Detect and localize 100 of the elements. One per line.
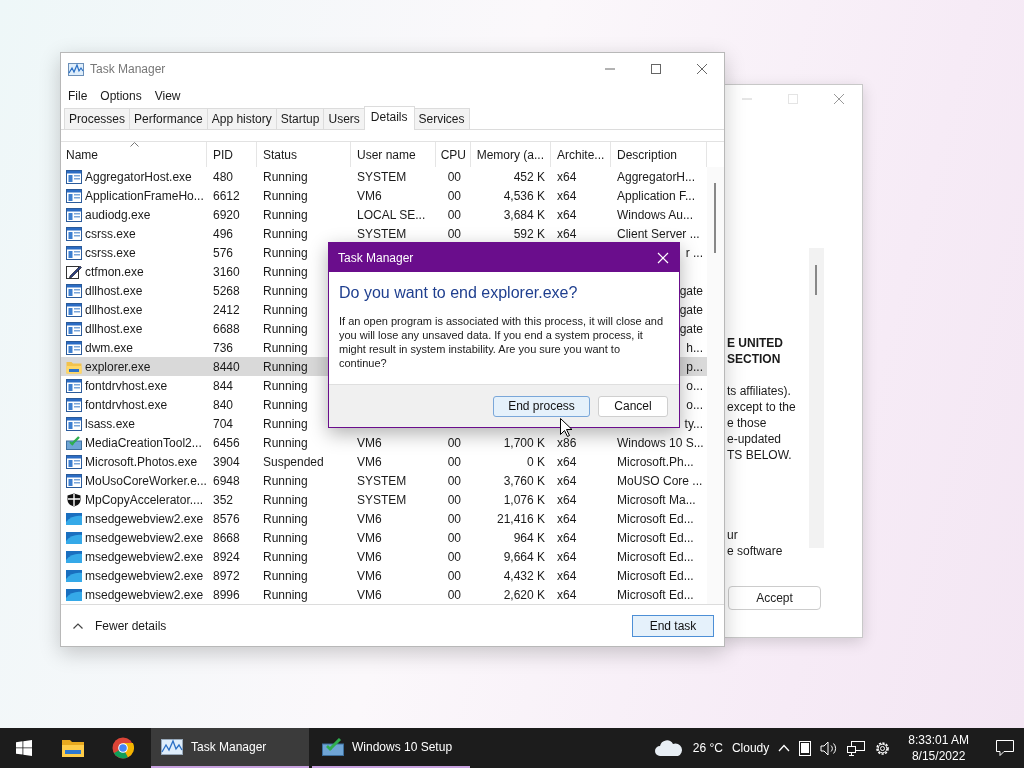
table-cell: 352 [213, 492, 234, 507]
table-cell: 840 [213, 397, 234, 412]
table-cell: 8576 [213, 511, 240, 526]
table-cell: dllhost.exe [85, 302, 143, 317]
table-cell: 21,416 K [496, 511, 545, 526]
table-cell: x64 [557, 188, 577, 203]
table-cell: x64 [557, 530, 577, 545]
table-cell: 00 [447, 492, 461, 507]
table-cell: Running [263, 245, 308, 260]
table-cell: 00 [447, 587, 461, 602]
license-text: e-updated [727, 431, 783, 447]
dialog-message: If an open program is associated with this process, it will close and you will lose any unsaved data. If you end a system process, it might result in system instability. Are you sure you want to continue? [339, 314, 665, 370]
table-cell: Running [263, 397, 308, 412]
table-cell: 8924 [213, 549, 240, 564]
table-cell: 00 [447, 549, 461, 564]
table-cell: LOCAL SE... [357, 207, 426, 222]
table-cell: 2,620 K [503, 587, 545, 602]
table-cell: 576 [213, 245, 234, 260]
table-cell: 00 [447, 473, 461, 488]
license-heading: SECTION [727, 351, 782, 367]
table-cell: explorer.exe [85, 359, 151, 374]
table-cell: msedgewebview2.exe [85, 568, 204, 583]
table-cell: 00 [447, 530, 461, 545]
table-cell: Application F... [617, 188, 696, 203]
license-text: TS BELOW. [727, 447, 793, 463]
table-cell: VM6 [357, 568, 382, 583]
table-cell: Running [263, 359, 308, 374]
table-cell: Windows Au... [617, 207, 694, 222]
table-cell: Running [263, 473, 308, 488]
table-cell: 3,684 K [503, 207, 545, 222]
table-cell: x64 [557, 169, 577, 184]
table-cell: Running [263, 378, 308, 393]
table-cell: 2412 [213, 302, 240, 317]
table-cell: x64 [557, 511, 577, 526]
table-cell: x86 [557, 435, 577, 450]
table-cell: VM6 [357, 587, 382, 602]
table-cell: dllhost.exe [85, 321, 143, 336]
table-cell: MediaCreationTool2... [85, 435, 202, 450]
table-cell: 1,076 K [503, 492, 545, 507]
table-cell: x64 [557, 587, 577, 602]
table-cell: gate [679, 283, 703, 298]
table-cell: o... [686, 397, 703, 412]
table-cell: AggregatorH... [617, 169, 696, 184]
table-cell: MoUSO Core ... [617, 473, 703, 488]
table-cell: 0 K [527, 454, 545, 469]
table-cell: Running [263, 511, 308, 526]
table-cell: VM6 [357, 511, 382, 526]
table-cell: 480 [213, 169, 234, 184]
table-cell: Microsoft Ma... [617, 492, 696, 507]
table-cell: 6948 [213, 473, 240, 488]
table-cell: Running [263, 530, 308, 545]
table-cell: Running [263, 188, 308, 203]
table-cell: Running [263, 207, 308, 222]
table-cell: o... [686, 378, 703, 393]
table-cell: x64 [557, 568, 577, 583]
table-cell: 6920 [213, 207, 240, 222]
table-cell: msedgewebview2.exe [85, 511, 204, 526]
table-cell: Running [263, 587, 308, 602]
table-cell: dllhost.exe [85, 283, 143, 298]
license-text: ur [727, 527, 739, 543]
table-cell: x64 [557, 549, 577, 564]
table-cell: msedgewebview2.exe [85, 530, 204, 545]
table-cell: 1,700 K [503, 435, 545, 450]
table-cell: Running [263, 283, 308, 298]
table-cell: Microsoft Ed... [617, 587, 694, 602]
license-text: e those [727, 415, 768, 431]
table-cell: 4,536 K [503, 188, 545, 203]
table-cell: 00 [447, 207, 461, 222]
table-cell: 496 [213, 226, 234, 241]
table-cell: gate [679, 321, 703, 336]
table-cell: ty... [684, 416, 703, 431]
table-cell: Running [263, 264, 308, 279]
table-cell: 5268 [213, 283, 240, 298]
license-heading: E UNITED [727, 335, 784, 351]
table-cell: x64 [557, 473, 577, 488]
table-cell: 8668 [213, 530, 240, 545]
license-text: e software [727, 543, 784, 559]
table-cell: VM6 [357, 188, 382, 203]
table-cell: 00 [447, 511, 461, 526]
window-title: Task Manager [90, 62, 166, 76]
table-cell: 9,664 K [503, 549, 545, 564]
table-cell: VM6 [357, 549, 382, 564]
table-cell: 6456 [213, 435, 240, 450]
table-cell: fontdrvhost.exe [85, 397, 168, 412]
table-cell: 8972 [213, 568, 240, 583]
table-cell: 8440 [213, 359, 240, 374]
table-cell: Microsoft Ed... [617, 568, 694, 583]
table-cell: csrss.exe [85, 245, 136, 260]
table-cell: 704 [213, 416, 234, 431]
table-cell: x64 [557, 226, 577, 241]
table-cell: Running [263, 435, 308, 450]
table-cell: ctfmon.exe [85, 264, 144, 279]
table-cell: VM6 [357, 454, 382, 469]
table-cell: 00 [447, 188, 461, 203]
table-cell: Microsoft Ed... [617, 511, 694, 526]
table-cell: x64 [557, 207, 577, 222]
table-cell: 6612 [213, 188, 240, 203]
table-cell: Suspended [263, 454, 324, 469]
table-cell: Running [263, 549, 308, 564]
license-text: ts affiliates). [727, 383, 792, 399]
